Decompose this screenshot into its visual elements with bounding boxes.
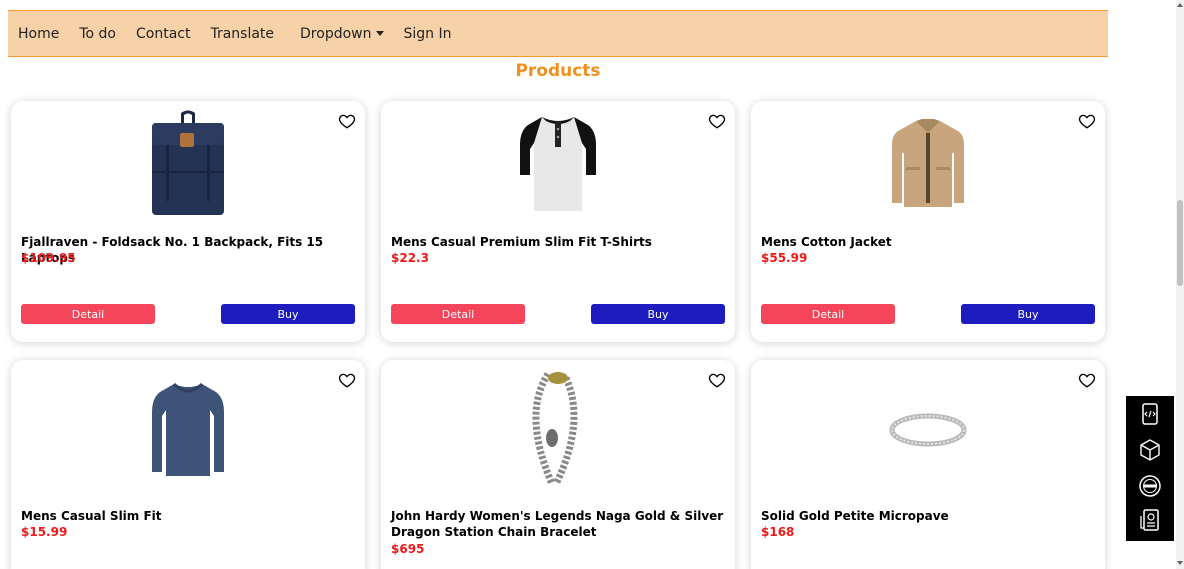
product-price: $695 — [391, 542, 425, 556]
heart-icon[interactable] — [1078, 371, 1096, 389]
nav-contact[interactable]: Contact — [136, 26, 190, 42]
product-price: $168 — [761, 525, 795, 539]
buy-button[interactable]: Buy — [591, 304, 725, 324]
product-image-long-sleeve-shirt[interactable] — [11, 380, 365, 480]
detail-button[interactable]: Detail — [391, 304, 525, 324]
nav-dropdown-label: Dropdown — [300, 25, 372, 42]
detail-button[interactable]: Detail — [21, 304, 155, 324]
product-image-ring[interactable] — [751, 410, 1105, 450]
cube-icon[interactable] — [1138, 438, 1162, 462]
product-title[interactable]: Mens Casual Premium Slim Fit T-Shirts — [391, 234, 726, 250]
code-icon[interactable] — [1138, 402, 1162, 426]
side-widget — [1126, 396, 1174, 541]
page-title: Products — [515, 61, 601, 81]
scrollbar-thumb[interactable] — [1177, 200, 1183, 286]
product-image-henley-tshirt[interactable] — [381, 111, 735, 213]
scroll-up-icon[interactable] — [1177, 3, 1183, 7]
caret-down-icon — [375, 31, 384, 36]
detail-button[interactable]: Detail — [761, 304, 895, 324]
certificate-icon[interactable] — [1138, 508, 1162, 532]
product-price: $22.3 — [391, 251, 429, 265]
product-card: Mens Casual Slim Fit $15.99 — [11, 360, 365, 569]
product-card: Mens Casual Premium Slim Fit T-Shirts $2… — [381, 101, 735, 342]
nav-todo[interactable]: To do — [79, 26, 116, 42]
nav-bar: Home To do Contact Translate Dropdown Si… — [8, 10, 1108, 57]
scrollbar[interactable] — [1176, 0, 1184, 569]
scroll-down-icon[interactable] — [1177, 561, 1183, 565]
product-card: Solid Gold Petite Micropave $168 — [751, 360, 1105, 569]
product-image-chain-bracelet[interactable] — [381, 368, 735, 490]
product-price: $15.99 — [21, 525, 68, 539]
product-card: Fjallraven - Foldsack No. 1 Backpack, Fi… — [11, 101, 365, 342]
product-card: Mens Cotton Jacket $55.99 Detail Buy — [751, 101, 1105, 342]
nav-sign-in[interactable]: Sign In — [404, 26, 452, 42]
product-title[interactable]: Mens Casual Slim Fit — [21, 508, 356, 524]
product-image-backpack[interactable] — [11, 109, 365, 215]
product-title[interactable]: Solid Gold Petite Micropave — [761, 508, 1096, 524]
nav-dropdown[interactable]: Dropdown — [300, 25, 384, 42]
nav-translate[interactable]: Translate — [210, 26, 274, 42]
buy-button[interactable]: Buy — [221, 304, 355, 324]
product-title[interactable]: Mens Cotton Jacket — [761, 234, 1096, 250]
nav-home[interactable]: Home — [18, 26, 59, 42]
buy-button[interactable]: Buy — [961, 304, 1095, 324]
product-price: $55.99 — [761, 251, 808, 265]
brand-icon[interactable] — [1138, 474, 1162, 498]
product-card: John Hardy Women's Legends Naga Gold & S… — [381, 360, 735, 569]
product-price: $109.95 — [21, 251, 76, 265]
product-title[interactable]: John Hardy Women's Legends Naga Gold & S… — [391, 508, 726, 540]
product-image-cotton-jacket[interactable] — [751, 117, 1105, 207]
